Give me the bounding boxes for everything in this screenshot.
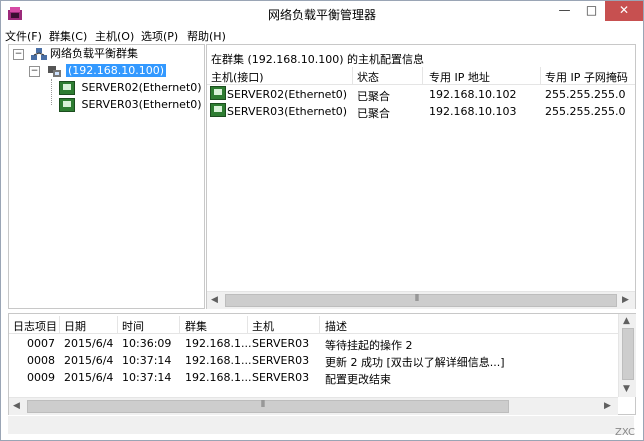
column-divider[interactable]	[59, 316, 60, 333]
maximize-button[interactable]: □	[578, 1, 605, 21]
log-host-cell: SERVER03	[252, 354, 310, 367]
log-pane: 日志项目 日期 时间 群集 主机 描述 0007 2015/6/4 10:36:…	[8, 313, 636, 415]
grip-icon: ⦀	[261, 400, 265, 410]
tree-host-label: SERVER02(Ethernet0)	[81, 81, 202, 94]
tree-host-label: SERVER03(Ethernet0)	[81, 98, 202, 111]
window-title: 网络负载平衡管理器	[267, 8, 376, 22]
log-time-cell: 10:37:14	[122, 354, 172, 367]
column-divider[interactable]	[422, 67, 423, 84]
horizontal-scrollbar[interactable]: ◀ ⦀ ▶	[207, 291, 635, 309]
log-time-cell: 10:36:09	[122, 337, 172, 350]
log-host-cell: SERVER03	[252, 371, 310, 384]
tree-line	[51, 79, 53, 105]
ip-cell: 192.168.10.103	[429, 105, 517, 118]
scroll-down-icon[interactable]: ▼	[623, 384, 630, 394]
column-header[interactable]: 时间	[122, 318, 144, 334]
log-id-cell: 0009	[27, 371, 55, 384]
column-header[interactable]: 状态	[357, 69, 379, 85]
table-row[interactable]: SERVER02(Ethernet0) 已聚合 192.168.10.102 2…	[207, 86, 635, 103]
menu-host[interactable]: 主机(O)	[95, 28, 134, 44]
log-date-cell: 2015/6/4	[64, 354, 114, 367]
ip-cell: 192.168.10.102	[429, 88, 517, 101]
log-time-cell: 10:37:14	[122, 371, 172, 384]
column-header[interactable]: 日期	[64, 318, 86, 334]
log-date-cell: 2015/6/4	[64, 337, 114, 350]
grip-icon: ⦀	[415, 294, 419, 304]
menu-cluster[interactable]: 群集(C)	[49, 28, 87, 44]
minimize-button[interactable]: —	[551, 1, 578, 21]
column-divider[interactable]	[352, 67, 353, 84]
title-bar[interactable]: 网络负载平衡管理器 — □ ✕	[1, 1, 643, 27]
host-cell: SERVER02(Ethernet0)	[227, 88, 348, 101]
column-header[interactable]: 日志项目	[13, 318, 57, 334]
app-window: 网络负载平衡管理器 — □ ✕ 文件(F) 群集(C) 主机(O) 选项(P) …	[0, 0, 644, 441]
log-header-row: 日志项目 日期 时间 群集 主机 描述	[9, 316, 619, 334]
mask-cell: 255.255.255.0	[545, 88, 626, 101]
scroll-thumb[interactable]	[622, 328, 634, 380]
collapse-icon[interactable]: −	[13, 48, 24, 60]
column-divider[interactable]	[540, 67, 541, 84]
menu-options[interactable]: 选项(P)	[141, 28, 178, 44]
tree-cluster-label: (192.168.10.100)	[66, 64, 167, 77]
status-cell: 已聚合	[357, 107, 390, 120]
cluster-group-icon	[30, 47, 47, 60]
horizontal-scrollbar[interactable]: ◀ ⦀ ▶	[9, 397, 618, 415]
column-divider[interactable]	[247, 316, 248, 333]
column-header[interactable]: 描述	[325, 318, 347, 334]
mask-cell: 255.255.255.0	[545, 105, 626, 118]
host-cell: SERVER03(Ethernet0)	[227, 105, 348, 118]
log-row[interactable]: 0007 2015/6/4 10:36:09 192.168.1... SERV…	[9, 335, 619, 352]
menu-bar: 文件(F) 群集(C) 主机(O) 选项(P) 帮助(H)	[1, 27, 643, 44]
collapse-icon[interactable]: −	[29, 65, 40, 77]
tree-root-node[interactable]: − 网络负载平衡群集	[13, 46, 138, 62]
scroll-right-icon[interactable]: ▶	[604, 401, 611, 411]
log-cluster-cell: 192.168.1...	[185, 337, 252, 350]
server-host-icon	[59, 81, 75, 95]
scroll-up-icon[interactable]: ▲	[623, 316, 630, 326]
log-cluster-cell: 192.168.1...	[185, 371, 252, 384]
scroll-thumb[interactable]	[225, 294, 617, 307]
column-divider[interactable]	[319, 316, 320, 333]
tree-host-node[interactable]: SERVER02(Ethernet0)	[59, 80, 202, 96]
cluster-tree[interactable]: − 网络负载平衡群集 − (192.168.10.100) SERVER02(E…	[8, 44, 205, 309]
details-heading: 在群集 (192.168.10.100) 的主机配置信息	[211, 53, 425, 66]
menu-file[interactable]: 文件(F)	[5, 28, 42, 44]
scroll-right-icon[interactable]: ▶	[622, 295, 629, 305]
tree-cluster-node[interactable]: − (192.168.10.100)	[29, 63, 167, 79]
column-header[interactable]: 专用 IP 子网掩码	[545, 69, 628, 85]
server-host-icon	[59, 98, 75, 112]
column-header[interactable]: 主机(接口)	[211, 69, 264, 85]
log-host-cell: SERVER03	[252, 337, 310, 350]
column-divider[interactable]	[179, 316, 180, 333]
status-bar	[8, 416, 634, 434]
log-description-cell: 配置更改结束	[325, 373, 391, 386]
column-header[interactable]: 群集	[185, 318, 207, 334]
tree-host-node[interactable]: SERVER03(Ethernet0)	[59, 97, 202, 113]
close-button[interactable]: ✕	[605, 1, 643, 21]
column-divider[interactable]	[117, 316, 118, 333]
watermark-text: ZXC	[615, 427, 635, 438]
host-config-pane: 在群集 (192.168.10.100) 的主机配置信息 主机(接口) 状态 专…	[206, 44, 636, 309]
details-header-row: 主机(接口) 状态 专用 IP 地址 专用 IP 子网掩码	[207, 67, 635, 85]
log-id-cell: 0007	[27, 337, 55, 350]
tree-root-label: 网络负载平衡群集	[50, 47, 138, 60]
scroll-thumb[interactable]	[27, 400, 509, 413]
log-description-cell: 更新 2 成功 [双击以了解详细信息...]	[325, 356, 505, 369]
log-description-cell: 等待挂起的操作 2	[325, 339, 413, 352]
column-header[interactable]: 主机	[252, 318, 274, 334]
cluster-icon	[47, 65, 61, 77]
log-row[interactable]: 0008 2015/6/4 10:37:14 192.168.1... SERV…	[9, 352, 619, 369]
scroll-left-icon[interactable]: ◀	[211, 295, 218, 305]
scroll-left-icon[interactable]: ◀	[13, 401, 20, 411]
log-date-cell: 2015/6/4	[64, 371, 114, 384]
table-row[interactable]: SERVER03(Ethernet0) 已聚合 192.168.10.103 2…	[207, 103, 635, 120]
menu-help[interactable]: 帮助(H)	[187, 28, 226, 44]
vertical-scrollbar[interactable]: ▲ ▼	[618, 314, 636, 397]
log-row[interactable]: 0009 2015/6/4 10:37:14 192.168.1... SERV…	[9, 369, 619, 386]
log-cluster-cell: 192.168.1...	[185, 354, 252, 367]
status-cell: 已聚合	[357, 90, 390, 103]
column-header[interactable]: 专用 IP 地址	[429, 69, 490, 85]
log-id-cell: 0008	[27, 354, 55, 367]
